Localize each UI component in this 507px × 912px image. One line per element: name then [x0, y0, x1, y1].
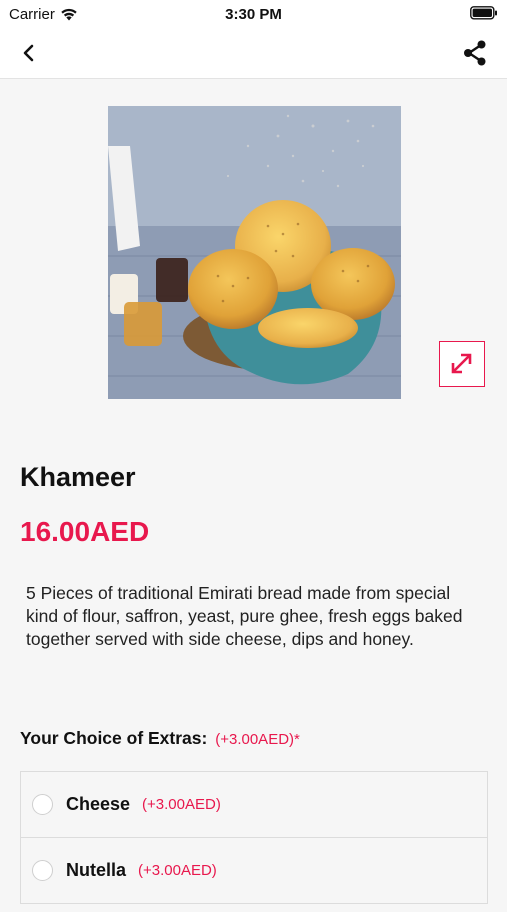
share-icon — [464, 40, 486, 66]
extras-heading: Your Choice of Extras: (+3.00AED)* — [20, 728, 300, 749]
option-name: Nutella — [66, 860, 127, 880]
chevron-left-icon — [23, 44, 34, 62]
option-name: Cheese — [66, 794, 131, 814]
status-time: 3:30 PM — [225, 6, 282, 23]
radio-button[interactable] — [32, 860, 53, 881]
back-button[interactable] — [14, 40, 44, 66]
nav-bar — [0, 28, 507, 79]
product-image[interactable] — [108, 106, 401, 399]
extras-option-cheese[interactable]: Cheese (+3.00AED) — [20, 772, 488, 838]
option-price: (+3.00AED) — [138, 862, 217, 879]
expand-arrows-icon — [451, 353, 472, 374]
product-price: 16.00AED — [20, 516, 150, 547]
extras-price-note: (+3.00AED)* — [215, 731, 300, 748]
extras-label: Your Choice of Extras: — [20, 728, 208, 748]
bread-basket-illustration — [108, 106, 401, 399]
product-title: Khameer — [20, 462, 136, 492]
extras-options-list: Cheese (+3.00AED) Nutella (+3.00AED) — [20, 771, 488, 912]
expand-image-button[interactable] — [439, 341, 485, 387]
share-button[interactable] — [461, 39, 489, 67]
battery-icon — [470, 6, 497, 20]
extras-option-nutella[interactable]: Nutella (+3.00AED) — [20, 838, 488, 904]
option-price: (+3.00AED) — [142, 796, 221, 813]
radio-button[interactable] — [32, 794, 53, 815]
product-description: 5 Pieces of traditional Emirati bread ma… — [26, 583, 463, 649]
status-bar: Carrier 3:30 PM — [0, 0, 507, 28]
